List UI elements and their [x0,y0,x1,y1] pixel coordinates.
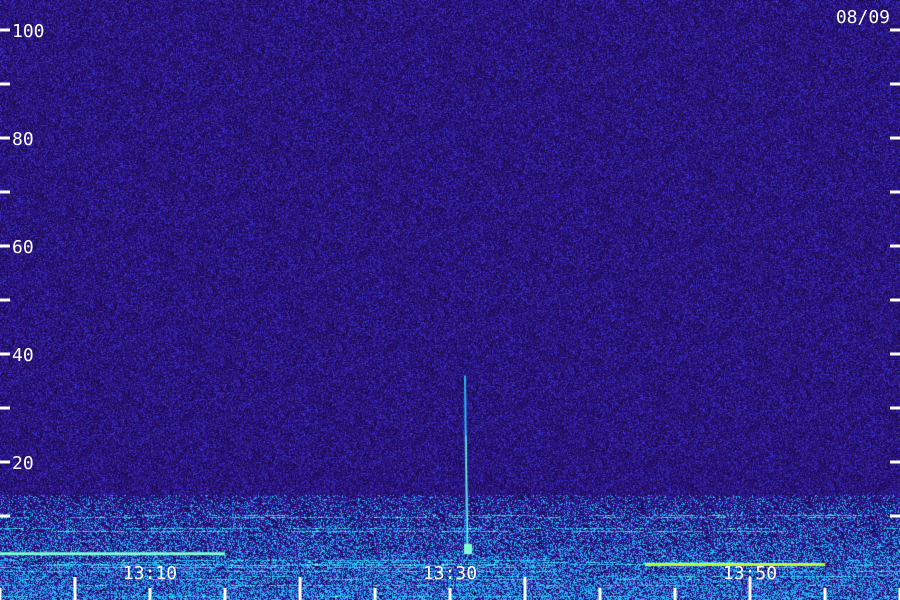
y-tick-label: 20 [12,453,34,474]
date-label: 08/09 [836,7,890,28]
y-tick-label: 80 [12,129,34,150]
x-axis: 13:10 13:30 13:50 [0,563,900,600]
y-tick-label: 60 [12,237,34,258]
axes-overlay: 20 40 60 80 100 13:10 13:30 13:50 08/09 [0,7,900,600]
y-tick-label: 40 [12,345,34,366]
x-tick-label: 13:50 [723,563,777,584]
x-tick-label: 13:30 [423,563,477,584]
y-tick-label: 100 [12,21,45,42]
y-axis: 20 40 60 80 100 [0,21,900,518]
spectrogram-chart: 20 40 60 80 100 13:10 13:30 13:50 08/09 [0,0,900,600]
x-tick-label: 13:10 [123,563,177,584]
